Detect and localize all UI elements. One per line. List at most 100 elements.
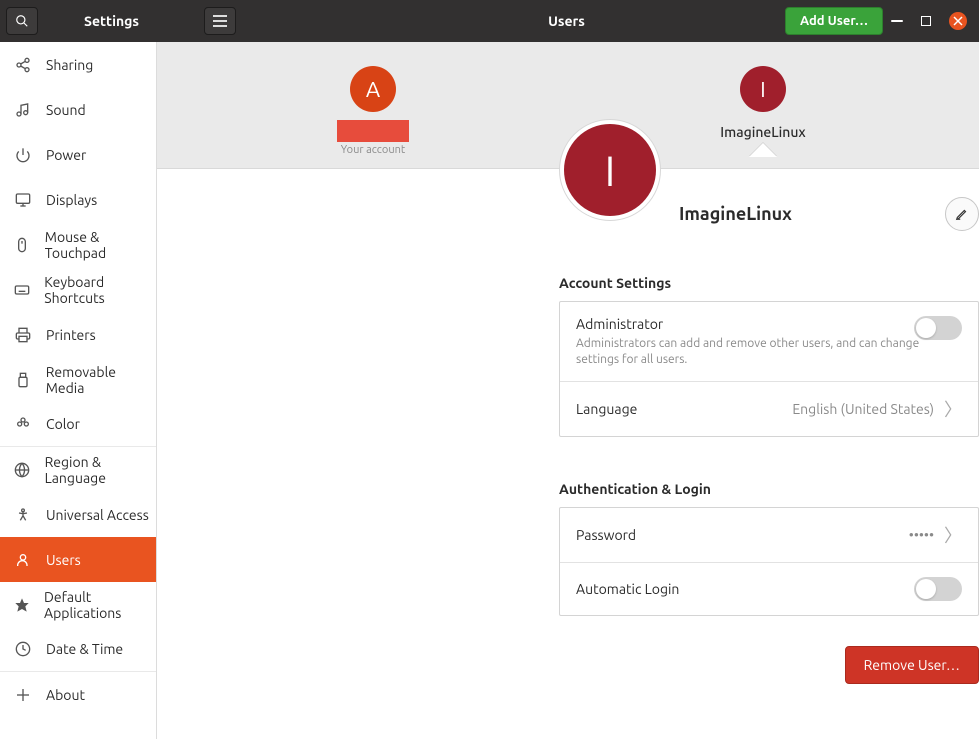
clock-icon — [14, 640, 32, 658]
avatar: I — [740, 66, 786, 112]
sidebar-item-label: Region & Language — [45, 454, 156, 486]
remove-user-button[interactable]: Remove User… — [845, 646, 979, 684]
add-user-label: Add User… — [800, 14, 868, 28]
titlebar-left: Settings — [0, 0, 242, 42]
profile-header: I ImagineLinux — [559, 169, 979, 231]
sidebar-item-date-time[interactable]: Date & Time — [0, 627, 156, 672]
sidebar-item-power[interactable]: Power — [0, 132, 156, 177]
avatar: A — [350, 66, 396, 112]
main-content: A Your account I ImagineLinux I ImagineL — [157, 42, 979, 739]
menu-button[interactable] — [204, 7, 236, 35]
auth-login-section: Authentication & Login Password ••••• 〉 … — [559, 437, 979, 616]
row-value: English (United States) — [792, 401, 934, 417]
sidebar-item-region-language[interactable]: Region & Language — [0, 447, 156, 492]
automatic-login-row: Automatic Login — [560, 563, 978, 615]
search-icon — [15, 14, 29, 28]
sidebar-item-label: Keyboard Shortcuts — [44, 274, 156, 306]
maximize-icon — [921, 16, 931, 26]
music-icon — [14, 101, 32, 119]
sidebar-item-label: Sharing — [46, 57, 93, 73]
sidebar: Sharing Sound Power Displays Mouse & Tou… — [0, 42, 157, 739]
sidebar-item-label: Mouse & Touchpad — [45, 229, 156, 261]
sidebar-item-label: Color — [46, 416, 80, 432]
profile-name: ImagineLinux — [679, 204, 792, 224]
user-chip-name: ImagineLinux — [720, 124, 805, 140]
search-button[interactable] — [6, 7, 38, 35]
chevron-right-icon: 〉 — [944, 396, 962, 422]
accessibility-icon — [14, 506, 32, 524]
sidebar-item-mouse-touchpad[interactable]: Mouse & Touchpad — [0, 222, 156, 267]
titlebar-center: Users Add User… — [242, 0, 891, 42]
language-row[interactable]: Language English (United States) 〉 — [560, 382, 978, 436]
share-icon — [14, 56, 32, 74]
hamburger-icon — [213, 15, 227, 27]
power-icon — [14, 146, 32, 164]
section-title: Account Settings — [559, 275, 979, 291]
automatic-login-toggle[interactable] — [914, 577, 962, 601]
sidebar-item-users[interactable]: Users — [0, 537, 156, 582]
sidebar-item-removable-media[interactable]: Removable Media — [0, 357, 156, 402]
section-title: Authentication & Login — [559, 481, 979, 497]
user-chip-imaginelinux[interactable]: I ImagineLinux — [698, 66, 828, 156]
row-label: Automatic Login — [576, 581, 679, 597]
plus-icon — [14, 686, 32, 704]
row-label: Password — [576, 527, 636, 543]
row-description: Administrators can add and remove other … — [576, 336, 962, 367]
selected-indicator-icon — [749, 143, 777, 157]
sidebar-item-label: Default Applications — [44, 589, 156, 621]
row-label: Administrator — [576, 316, 663, 332]
sidebar-item-label: Universal Access — [46, 507, 149, 523]
mouse-icon — [14, 236, 31, 254]
account-settings-card: Administrator Administrators can add and… — [559, 301, 979, 437]
monitor-icon — [14, 191, 32, 209]
window-controls — [891, 12, 979, 30]
sidebar-item-about[interactable]: About — [0, 672, 156, 717]
settings-title: Settings — [84, 13, 139, 29]
sidebar-item-printers[interactable]: Printers — [0, 312, 156, 357]
sidebar-item-label: Removable Media — [46, 364, 156, 396]
avatar-initial: A — [366, 77, 380, 102]
page-title: Users — [548, 13, 585, 29]
sidebar-item-label: Power — [46, 147, 86, 163]
avatar-large-button[interactable]: I — [559, 119, 661, 221]
add-user-button[interactable]: Add User… — [785, 7, 883, 35]
administrator-toggle[interactable] — [914, 316, 962, 340]
sidebar-item-label: Printers — [46, 327, 96, 343]
avatar-initial: I — [605, 147, 616, 194]
sidebar-item-sound[interactable]: Sound — [0, 87, 156, 132]
user-chip-your-account[interactable]: A Your account — [308, 66, 438, 156]
username-redacted-bar — [337, 120, 409, 142]
avatar-large: I — [564, 124, 656, 216]
close-icon — [953, 16, 963, 26]
remove-user-label: Remove User… — [864, 657, 960, 673]
sidebar-item-keyboard-shortcuts[interactable]: Keyboard Shortcuts — [0, 267, 156, 312]
row-label: Language — [576, 401, 637, 417]
usb-icon — [14, 371, 32, 389]
row-value: ••••• — [909, 527, 934, 543]
sidebar-item-universal-access[interactable]: Universal Access — [0, 492, 156, 537]
keyboard-icon — [14, 281, 30, 299]
sidebar-item-label: Date & Time — [46, 641, 123, 657]
edit-name-button[interactable] — [945, 197, 979, 231]
maximize-button[interactable] — [921, 16, 931, 26]
remove-user-row: Remove User… — [559, 646, 979, 684]
auth-login-card: Password ••••• 〉 Automatic Login — [559, 507, 979, 616]
sidebar-item-default-applications[interactable]: Default Applications — [0, 582, 156, 627]
globe-icon — [14, 461, 31, 479]
sidebar-item-displays[interactable]: Displays — [0, 177, 156, 222]
sidebar-item-label: Displays — [46, 192, 97, 208]
palette-icon — [14, 415, 32, 433]
avatar-initial: I — [760, 77, 766, 102]
chevron-right-icon: 〉 — [944, 522, 962, 548]
user-icon — [14, 551, 32, 569]
minimize-icon — [891, 20, 903, 22]
account-settings-section: Account Settings Administrator Administr… — [559, 231, 979, 437]
printer-icon — [14, 326, 32, 344]
sidebar-item-color[interactable]: Color — [0, 402, 156, 447]
sidebar-item-sharing[interactable]: Sharing — [0, 42, 156, 87]
minimize-button[interactable] — [891, 20, 903, 22]
titlebar: Settings Users Add User… — [0, 0, 979, 42]
close-button[interactable] — [949, 12, 967, 30]
star-icon — [14, 596, 30, 614]
password-row[interactable]: Password ••••• 〉 — [560, 508, 978, 563]
